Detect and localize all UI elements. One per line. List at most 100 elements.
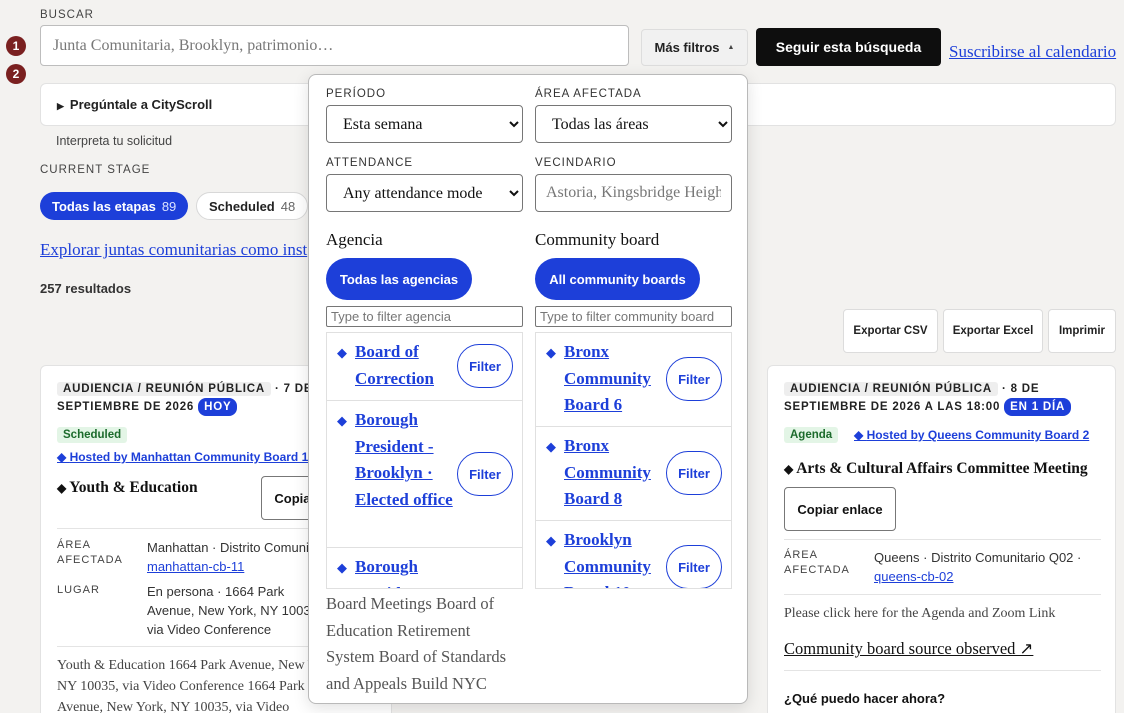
list-item[interactable]: ◆ Bronx Community Board 8 Filter	[536, 427, 731, 521]
area-value-text: Queens · Distrito Comunitario Q02 ·	[874, 550, 1082, 565]
diamond-icon: ◆	[546, 533, 556, 548]
all-community-boards-button[interactable]: All community boards	[535, 258, 700, 300]
export-excel-button[interactable]: Exportar Excel	[943, 309, 1043, 353]
explore-community-boards-link[interactable]: Explorar juntas comunitarias como inst	[40, 240, 307, 260]
area-link[interactable]: manhattan-cb-11	[147, 559, 244, 574]
community-board-heading: Community board	[535, 230, 660, 249]
follow-search-button[interactable]: Seguir esta búsqueda	[756, 28, 941, 66]
board-name[interactable]: Bronx Community Board 8	[564, 433, 664, 513]
event-date-part2: SEPTIEMBRE DE 2026 A LAS 18:00	[784, 401, 1001, 413]
stage-pill-scheduled-label: Scheduled	[209, 198, 275, 214]
area-select[interactable]: Todas las áreas	[535, 105, 732, 143]
current-stage-label: CURRENT STAGE	[40, 164, 151, 176]
diamond-icon: ◆	[546, 439, 556, 454]
ask-cityscroll-toggle[interactable]: ▶ Pregúntale a CityScroll	[57, 97, 212, 112]
filter-button[interactable]: Filter	[457, 344, 513, 388]
status-badge: Scheduled	[57, 427, 128, 443]
diamond-icon: ◆	[546, 345, 556, 360]
event-date-part2: SEPTIEMBRE DE 2026	[57, 401, 195, 413]
stage-pill-all-label: Todas las etapas	[52, 198, 156, 214]
agency-name[interactable]: Borough President - Brooklyn · Elected o…	[355, 407, 465, 513]
list-item[interactable]: ◆ Board of Correction Filter	[327, 333, 522, 401]
area-key: ÁREA AFECTADA	[784, 549, 850, 576]
stage-pill-scheduled-count: 48	[280, 198, 296, 214]
export-csv-button[interactable]: Exportar CSV	[843, 309, 938, 353]
filter-button[interactable]: Filter	[666, 357, 722, 401]
agency-filter-input[interactable]	[326, 306, 523, 327]
event-title-text: Arts & Cultural Affairs Committee Meetin…	[796, 460, 1088, 477]
divider	[784, 594, 1101, 595]
neighborhood-input[interactable]	[535, 174, 732, 212]
stage-pill-all-count: 89	[161, 198, 177, 214]
event-kind: AUDIENCIA / REUNIÓN PÚBLICA	[57, 382, 271, 396]
agency-name[interactable]: Borough President	[355, 554, 465, 588]
step-badge-2: 2	[6, 64, 26, 84]
print-button[interactable]: Imprimir	[1048, 309, 1116, 353]
divider	[784, 670, 1101, 671]
area-value: Queens · Distrito Comunitario Q02 · quee…	[874, 548, 1109, 586]
event-card: AUDIENCIA / REUNIÓN PÚBLICA · 8 DE SEPTI…	[767, 365, 1116, 713]
event-date-part1: · 7 DE	[274, 383, 313, 395]
more-filters-button[interactable]: Más filtros ▲	[641, 29, 748, 66]
search-input[interactable]	[40, 25, 629, 66]
area-key: ÁREA AFECTADA	[57, 539, 123, 566]
all-agencies-button[interactable]: Todas las agencias	[326, 258, 472, 300]
list-item[interactable]: ◆ Brooklyn Community Board 10 Filter	[536, 521, 731, 588]
place-value: En persona · 1664 Park Avenue, New York,…	[147, 584, 322, 637]
area-link[interactable]: queens-cb-02	[874, 569, 954, 584]
filter-button[interactable]: Filter	[457, 452, 513, 496]
diamond-icon: ◆	[337, 560, 347, 575]
interpret-hint: Interpreta tu solicitud	[56, 134, 173, 148]
board-name[interactable]: Bronx Community Board 6	[564, 339, 664, 419]
agency-heading: Agencia	[326, 230, 383, 249]
filter-button[interactable]: Filter	[666, 451, 722, 495]
subscribe-calendar-link[interactable]: Suscribirse al calendario	[949, 42, 1116, 62]
host-link[interactable]: ◆ Hosted by Queens Community Board 2	[854, 428, 1089, 442]
more-filters-label: Más filtros	[654, 40, 720, 55]
attendance-label: ATTENDANCE	[326, 157, 414, 169]
event-kind: AUDIENCIA / REUNIÓN PÚBLICA	[784, 382, 998, 396]
copy-link-button[interactable]: Copiar enlace	[784, 487, 896, 531]
ask-cityscroll-title: Pregúntale a CityScroll	[69, 97, 213, 112]
disclosure-triangle-icon: ▶	[57, 101, 64, 111]
board-name[interactable]: Brooklyn Community Board 10	[564, 527, 664, 588]
event-description: Youth & Education 1664 Park Avenue, New …	[57, 658, 338, 713]
step-badge-1: 1	[6, 36, 26, 56]
diamond-icon: ◆	[784, 462, 797, 476]
divider	[784, 539, 1101, 540]
host-link-label: Hosted by Queens Community Board 2	[866, 428, 1090, 442]
event-date-part1: · 8 DE	[1001, 383, 1040, 395]
diamond-icon: ◆	[57, 481, 70, 495]
list-item[interactable]: ◆ Borough President	[327, 548, 522, 588]
event-title-text: Youth & Education	[69, 479, 198, 496]
source-link[interactable]: Community board source observed ↗	[784, 639, 1033, 659]
attendance-select[interactable]: Any attendance mode	[326, 174, 523, 212]
host-link[interactable]: ◆ Hosted by Manhattan Community Board 11	[57, 450, 314, 464]
diamond-icon: ◆	[337, 413, 347, 428]
list-item[interactable]: ◆ Bronx Community Board 6 Filter	[536, 333, 731, 427]
filter-button[interactable]: Filter	[666, 545, 722, 588]
board-filter-input[interactable]	[535, 306, 732, 327]
search-label: BUSCAR	[40, 9, 94, 21]
relative-date-badge: EN 1 DÍA	[1004, 398, 1072, 416]
agency-list[interactable]: ◆ Board of Correction Filter ◆ Borough P…	[326, 332, 523, 589]
diamond-icon: ◆	[337, 345, 347, 360]
diamond-icon: ◆	[854, 428, 867, 442]
today-badge: HOY	[198, 398, 238, 416]
neighborhood-label: VECINDARIO	[535, 157, 617, 169]
stage-pill-scheduled[interactable]: Scheduled 48	[196, 192, 309, 220]
diamond-icon: ◆	[57, 450, 70, 464]
period-label: PERÍODO	[326, 88, 387, 100]
event-kind-date: AUDIENCIA / REUNIÓN PÚBLICA · 8 DE SEPTI…	[784, 380, 1109, 416]
place-key: LUGAR	[57, 584, 100, 596]
agency-name[interactable]: Board of Correction	[355, 339, 465, 392]
period-select[interactable]: Esta semana	[326, 105, 523, 143]
results-count: 257 resultados	[40, 281, 132, 296]
community-board-list[interactable]: ◆ Bronx Community Board 6 Filter ◆ Bronx…	[535, 332, 732, 589]
list-item[interactable]: ◆ Borough President - Brooklyn · Elected…	[327, 401, 522, 548]
event-title: ◆ Youth & Education	[57, 479, 198, 497]
area-label: ÁREA AFECTADA	[535, 88, 642, 100]
next-steps-heading: ¿Qué puedo hacer ahora?	[784, 691, 946, 706]
filters-popover: PERÍODO Esta semana ÁREA AFECTADA Todas …	[308, 74, 748, 704]
stage-pill-all[interactable]: Todas las etapas 89	[40, 192, 189, 220]
